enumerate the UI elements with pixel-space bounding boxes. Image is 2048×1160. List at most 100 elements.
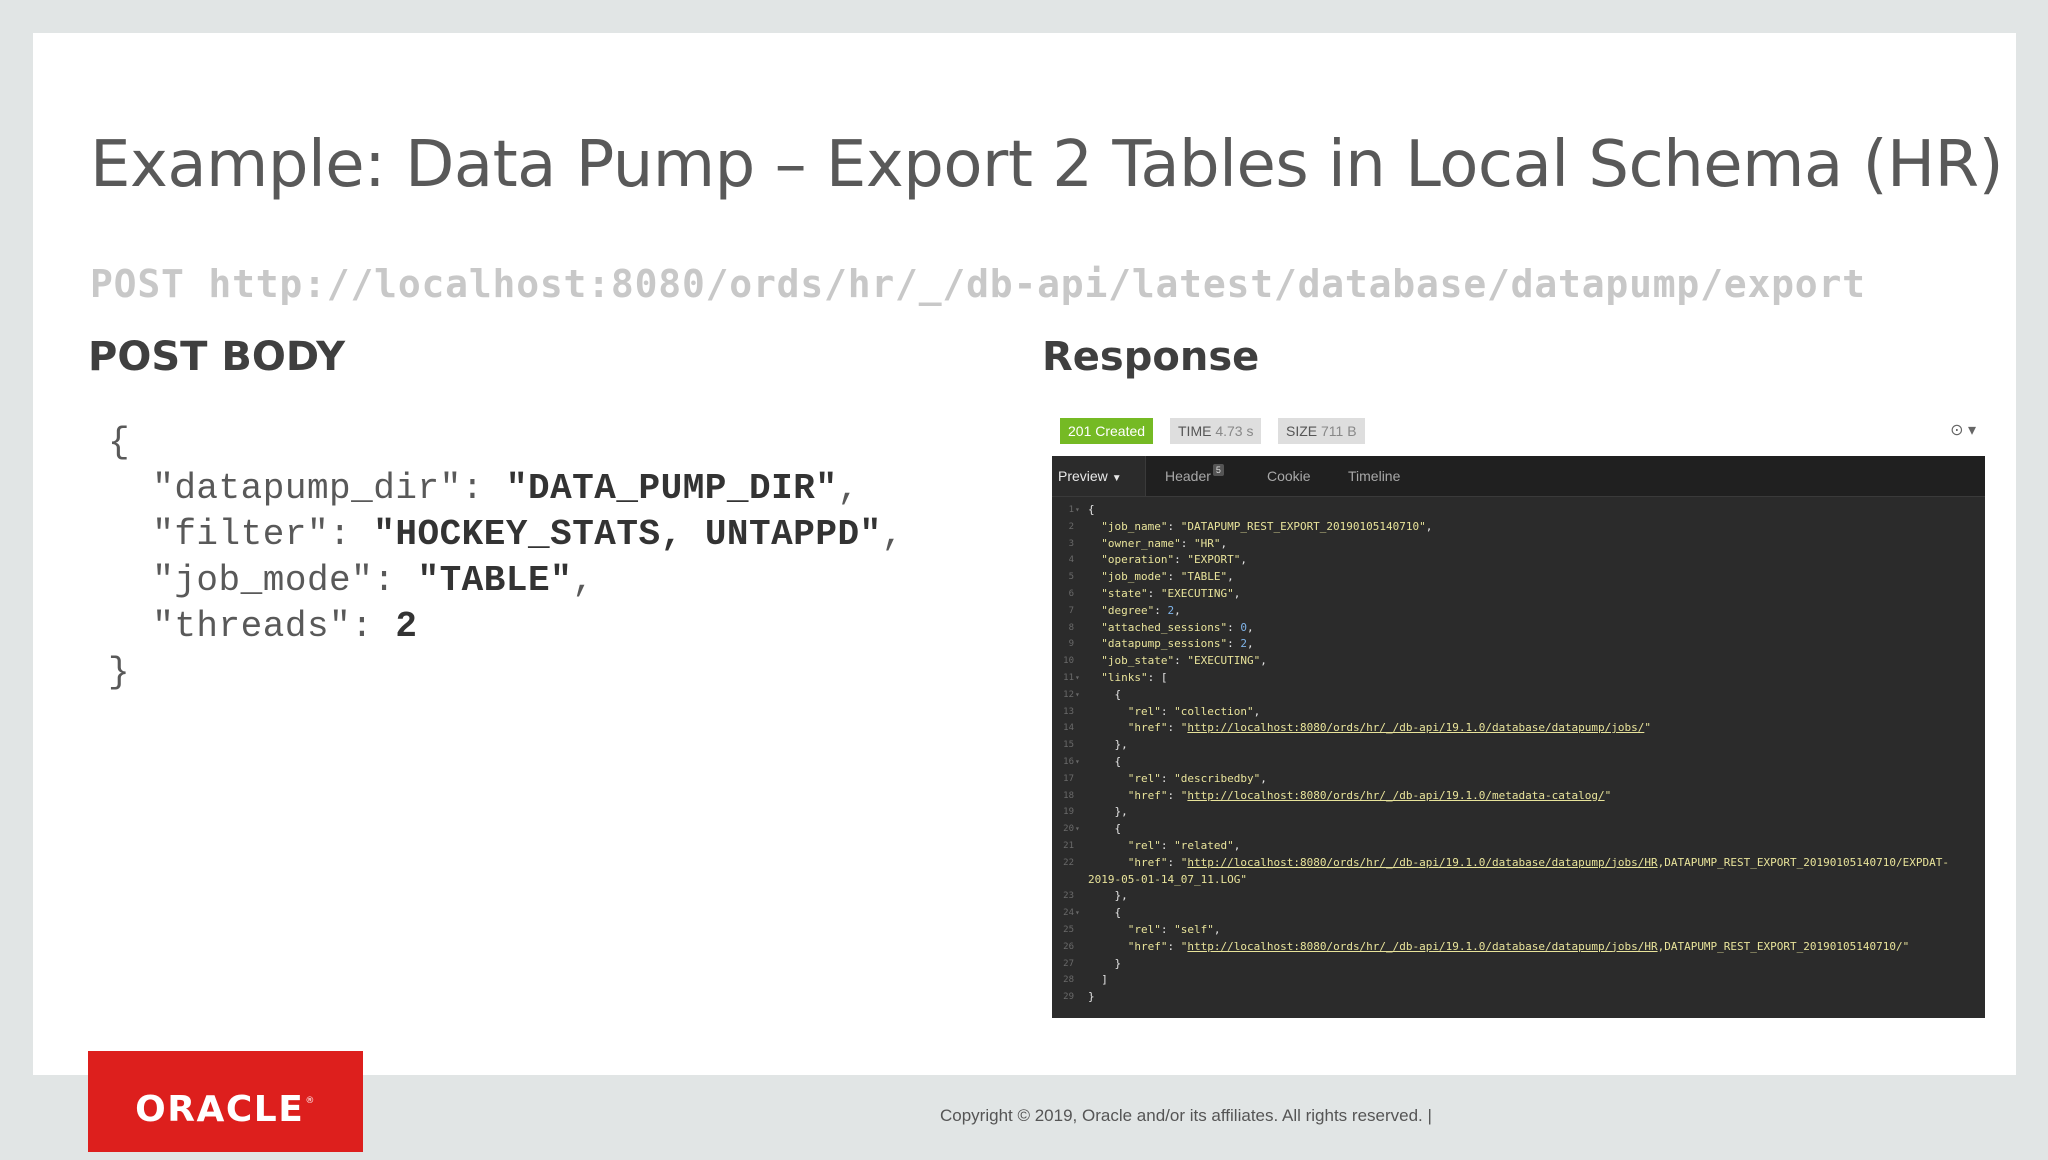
json-link[interactable]: http://localhost:8080/ords/hr/_/db-api/1… <box>1187 721 1644 734</box>
line-number: 21 <box>1063 841 1074 851</box>
json-token: " <box>1604 788 1612 802</box>
json-token: "collection" <box>1174 704 1254 718</box>
json-link[interactable]: http://localhost:8080/ords/hr/_/db-api/1… <box>1187 856 1657 869</box>
json-line-text: { <box>1088 502 1095 519</box>
json-token: : <box>1160 923 1175 936</box>
json-token: "href" <box>1127 939 1168 953</box>
time-badge: TIME 4.73 s <box>1170 418 1262 444</box>
line-number: 2 <box>1068 521 1074 532</box>
line-number: 16 <box>1063 757 1074 767</box>
json-token: 2 <box>1240 637 1247 651</box>
json-line-text: { <box>1088 754 1121 771</box>
json-token: : <box>1167 855 1181 869</box>
line-number: 3 <box>1068 538 1074 549</box>
json-token: : <box>1160 839 1175 852</box>
json-token: "EXPORT" <box>1187 553 1241 567</box>
response-status-row: 201 Created TIME 4.73 s SIZE 711 B ⊙ ▾ <box>1060 418 1984 444</box>
request-url: POST http://localhost:8080/ords/hr/_/db-… <box>90 262 1866 306</box>
json-line-text: "state": "EXECUTING", <box>1088 586 1240 603</box>
json-line: 12 ▾ { <box>1052 687 1985 704</box>
code-value: 2 <box>395 606 418 647</box>
fold-toggle-icon[interactable]: ▾ <box>1075 905 1080 922</box>
fold-toggle-icon[interactable]: ▾ <box>1075 821 1080 838</box>
json-line-text: "degree": 2, <box>1088 603 1181 620</box>
json-line: 1 ▾ { <box>1052 502 1985 519</box>
json-line-text: "href": "http://localhost:8080/ords/hr/_… <box>1088 720 1651 737</box>
json-token: 2019-05-01-14_07_11.LOG" <box>1088 872 1247 886</box>
json-token: "describedby" <box>1174 771 1261 785</box>
json-token: : <box>1227 620 1241 634</box>
fold-toggle-icon[interactable]: ▾ <box>1075 670 1080 687</box>
slide-title: Example: Data Pump – Export 2 Tables in … <box>90 128 2004 202</box>
tab-header[interactable]: Header 5 <box>1165 456 1224 496</box>
json-token: : <box>1160 771 1175 785</box>
json-line: 29} <box>1052 989 1985 1006</box>
json-token: ,DATAPUMP_REST_EXPORT_20190105140710/" <box>1657 939 1910 953</box>
header-count-badge: 5 <box>1212 464 1224 476</box>
tab-timeline[interactable]: Timeline <box>1348 456 1400 496</box>
line-number: 18 <box>1063 790 1074 801</box>
line-number: 15 <box>1063 740 1074 751</box>
json-line: 10 "job_state": "EXECUTING", <box>1052 653 1985 670</box>
response-tabs: Preview ▼ Header 5 Cookie Timeline <box>1052 456 1985 497</box>
json-line: 28 ] <box>1052 972 1985 989</box>
json-token: "datapump_sessions" <box>1101 637 1228 651</box>
json-token: "job_state" <box>1101 654 1175 668</box>
fold-toggle-icon[interactable]: ▾ <box>1075 502 1080 519</box>
json-line-text: "rel": "describedby", <box>1088 771 1267 788</box>
json-token: , <box>1174 603 1181 617</box>
json-token: , <box>1240 553 1247 567</box>
json-line: 26 "href": "http://localhost:8080/ords/h… <box>1052 939 1985 956</box>
line-number: 13 <box>1063 706 1074 717</box>
json-line-text: } <box>1088 956 1121 973</box>
tab-header-label: Header <box>1165 468 1211 484</box>
json-line-text: "href": "http://localhost:8080/ords/hr/_… <box>1088 939 1910 956</box>
json-line-text: }, <box>1088 737 1127 754</box>
json-line-text: { <box>1088 905 1121 922</box>
json-line-text: "owner_name": "HR", <box>1088 536 1227 553</box>
size-label: SIZE <box>1286 423 1318 439</box>
tab-preview[interactable]: Preview ▼ <box>1052 456 1146 496</box>
json-token: }, <box>1088 805 1128 819</box>
json-token: }, <box>1088 889 1128 903</box>
line-number: 7 <box>1068 605 1074 616</box>
json-line-text: 2019-05-01-14_07_11.LOG" <box>1088 872 1247 889</box>
json-line-text: "operation": "EXPORT", <box>1088 552 1247 569</box>
json-line: 14 "href": "http://localhost:8080/ords/h… <box>1052 720 1985 737</box>
json-token: "links" <box>1101 671 1148 684</box>
line-number: 5 <box>1068 572 1074 583</box>
line-number: 23 <box>1063 891 1074 902</box>
json-token: } <box>1088 956 1122 970</box>
code-value: "HOCKEY_STATS, UNTAPPD" <box>373 514 882 555</box>
tab-cookie[interactable]: Cookie <box>1267 456 1311 496</box>
json-token: "DATAPUMP_REST_EXPORT_20190105140710" <box>1180 519 1426 533</box>
json-token: "rel" <box>1127 839 1161 852</box>
line-number: 28 <box>1063 975 1074 986</box>
json-token: "rel" <box>1127 704 1161 718</box>
json-line-text: "rel": "self", <box>1088 922 1221 939</box>
line-number: 12 <box>1063 689 1074 700</box>
json-line-text: "rel": "related", <box>1088 838 1241 855</box>
json-line-text: } <box>1088 989 1095 1006</box>
line-number: 6 <box>1068 589 1074 599</box>
json-line: 19 }, <box>1052 804 1985 821</box>
json-token: , <box>1260 771 1267 785</box>
json-token: , <box>1227 570 1234 584</box>
json-line: 9 "datapump_sessions": 2, <box>1052 636 1985 653</box>
json-token: "self" <box>1174 923 1214 936</box>
fold-toggle-icon[interactable]: ▾ <box>1075 687 1080 704</box>
fold-toggle-icon[interactable]: ▾ <box>1075 754 1080 771</box>
json-token: : <box>1167 788 1181 802</box>
json-link[interactable]: http://localhost:8080/ords/hr/_/db-api/1… <box>1187 789 1604 802</box>
clock-icon[interactable]: ⊙ ▾ <box>1950 420 1976 440</box>
json-line-text: "job_mode": "TABLE", <box>1088 569 1234 586</box>
json-link[interactable]: http://localhost:8080/ords/hr/_/db-api/1… <box>1187 940 1657 953</box>
line-number: 11 <box>1063 673 1074 683</box>
time-value: 4.73 s <box>1215 423 1254 439</box>
line-number: 27 <box>1063 958 1074 969</box>
